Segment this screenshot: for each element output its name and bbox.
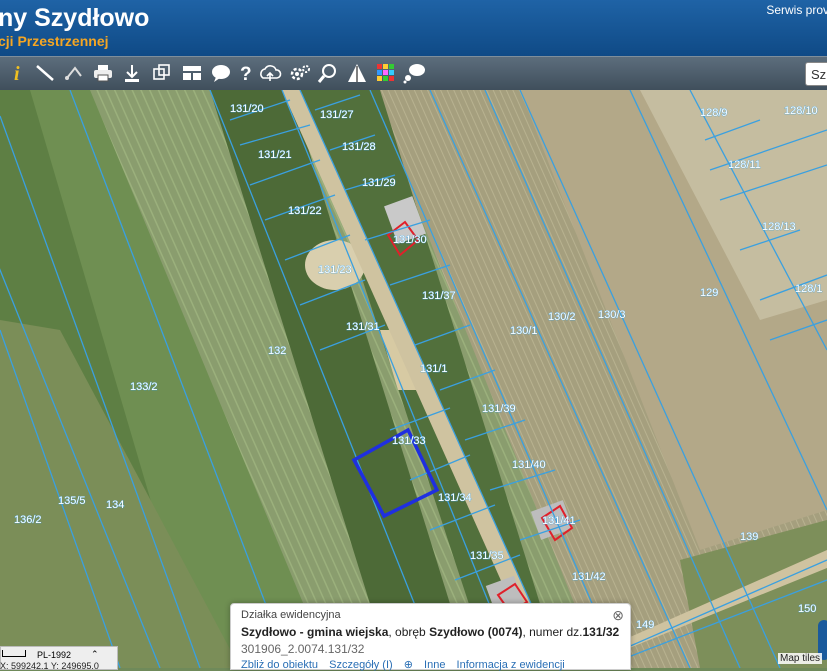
popup-links: Zbliż do obiektu Szczegóły (I) ⊕ Inne In… <box>241 658 573 671</box>
parcel-label: 129 <box>700 287 718 299</box>
parcel-label: 131/30 <box>393 234 427 246</box>
parcel-label: 131/20 <box>230 103 264 115</box>
measure-line-icon[interactable] <box>33 61 57 85</box>
print-icon[interactable] <box>91 61 115 85</box>
toolbar: i ? Sz <box>0 56 827 91</box>
registry-info-link[interactable]: Informacja z ewidencji <box>457 659 565 671</box>
parcel-label: 131/22 <box>288 205 322 217</box>
parcel-label: 131/27 <box>320 109 354 121</box>
scale-bar <box>2 650 26 657</box>
close-icon[interactable]: ⊗ <box>612 607 624 624</box>
parcel-label: 128/13 <box>762 221 796 233</box>
gmina-name: Szydłowo - gmina wiejska <box>241 625 389 639</box>
search-input[interactable]: Sz <box>805 62 827 86</box>
parcel-description: Szydłowo - gmina wiejska, obręb Szydłowo… <box>241 625 619 639</box>
details-link[interactable]: Szczegóły (I) <box>329 659 393 671</box>
obreb-name: Szydłowo (0074) <box>429 625 523 639</box>
app-title: ny Szydłowo <box>0 4 150 32</box>
download-icon[interactable] <box>120 61 144 85</box>
feature-info-popup: Działka ewidencyjna ⊗ Szydłowo - gmina w… <box>230 603 631 671</box>
other-link[interactable]: Inne <box>424 659 445 671</box>
parcel-label: 134 <box>106 499 124 511</box>
parcel-label: 131/29 <box>362 177 396 189</box>
obreb-prefix: , obręb <box>388 625 430 639</box>
numer-prefix: , numer dz. <box>522 625 583 639</box>
parcel-label: 135/5 <box>58 495 86 507</box>
parcel-label: 130/1 <box>510 325 538 337</box>
map-view[interactable]: 131/20 131/27 131/28 131/21 131/29 131/22 131/… <box>0 90 827 668</box>
app-header: ny Szydłowo cji Przestrzennej Serwis pro… <box>0 0 827 56</box>
color-grid-icon[interactable] <box>374 61 398 85</box>
service-link[interactable]: Serwis prov <box>766 3 827 17</box>
orthophoto-map[interactable]: 131/20 131/27 131/28 131/21 131/29 131/22 131/… <box>0 90 827 668</box>
zoom-icon[interactable] <box>316 61 340 85</box>
parcel-label: 131/42 <box>572 571 606 583</box>
layout-icon[interactable] <box>180 61 204 85</box>
parcel-label: 139 <box>740 531 758 543</box>
parcel-label: 131/35 <box>470 550 504 562</box>
parcel-label: 130/3 <box>598 309 626 321</box>
info-icon[interactable]: i <box>6 61 30 85</box>
parcel-label: 133/2 <box>130 381 158 393</box>
measure-area-icon[interactable] <box>62 61 86 85</box>
parcel-label: 136/2 <box>14 514 42 526</box>
map-attribution[interactable]: Map tiles <box>778 653 823 664</box>
parcel-label: 131/31 <box>346 321 380 333</box>
parcel-label: 131/1 <box>420 363 448 375</box>
parcel-identifier: 301906_2.0074.131/32 <box>241 642 365 656</box>
cloud-upload-icon[interactable] <box>258 61 282 85</box>
parcel-label: 130/2 <box>548 311 576 323</box>
help-icon[interactable]: ? <box>234 61 258 85</box>
chevron-updown-icon: ⌃ <box>91 649 99 659</box>
parcel-label: 131/37 <box>422 290 456 302</box>
app-subtitle: cji Przestrzennej <box>0 33 109 49</box>
parcel-label: 131/34 <box>438 492 472 504</box>
comment-icon[interactable] <box>403 61 427 85</box>
svg-text:i: i <box>14 63 20 84</box>
parcel-label: 131/21 <box>258 149 292 161</box>
parcel-label: 150 <box>798 603 816 615</box>
parcel-label: 131/33 <box>392 435 426 447</box>
layers-icon[interactable] <box>150 61 174 85</box>
parcel-label: 131/41 <box>542 515 576 527</box>
parcel-label: 128/1 <box>795 283 823 295</box>
cursor-coordinates: X: 599242.1 Y: 249695.0 <box>0 661 99 671</box>
speech-icon[interactable] <box>209 61 233 85</box>
svg-text:?: ? <box>240 64 252 84</box>
crs-selected-value: PL-1992 <box>37 650 72 660</box>
zoom-to-object-link[interactable]: Zbliż do obiektu <box>241 659 318 671</box>
wms-icon[interactable] <box>345 61 369 85</box>
parcel-label: 131/39 <box>482 403 516 415</box>
settings-icon[interactable] <box>288 61 312 85</box>
popup-title: Działka ewidencyjna <box>241 609 341 621</box>
parcel-label: 131/28 <box>342 141 376 153</box>
plus-circle-icon[interactable]: ⊕ <box>404 659 413 671</box>
parcel-label: 132 <box>268 345 286 357</box>
parcel-label: 149 <box>636 619 654 631</box>
parcel-label: 131/23 <box>318 264 352 276</box>
parcel-label: 131/40 <box>512 459 546 471</box>
parcel-label: 128/10 <box>784 105 818 117</box>
parcel-number: 131/32 <box>582 625 620 639</box>
parcel-label: 128/11 <box>728 159 761 171</box>
parcel-label: 128/9 <box>700 107 728 119</box>
